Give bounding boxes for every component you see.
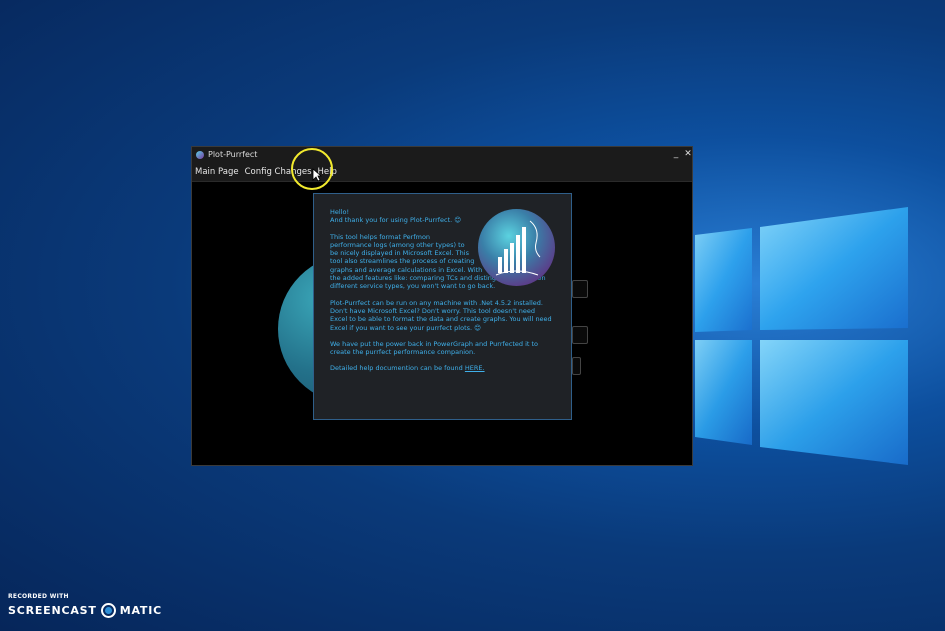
close-button[interactable]: ✕	[682, 147, 694, 162]
screencast-logo-icon	[100, 603, 116, 618]
bg-input[interactable]	[572, 357, 581, 375]
bg-input[interactable]	[572, 326, 588, 344]
help-text-line: Plot-Purrfect can be run on any machine …	[330, 298, 543, 307]
plot-purrfect-logo	[478, 209, 555, 286]
mouse-cursor-icon	[312, 168, 322, 182]
help-text-line: Excel to be able to format the data and …	[330, 315, 552, 324]
watermark-left: SCREENCAST	[8, 604, 97, 617]
help-doc-link[interactable]: HERE.	[465, 364, 485, 372]
app-icon	[196, 150, 204, 159]
help-popup: Hello! And thank you for using Plot-Purr…	[313, 193, 572, 420]
title-bar[interactable]: Plot-Purrfect _ ✕	[192, 147, 692, 162]
help-doc-text: Detailed help documention can be found	[330, 364, 463, 373]
screencast-watermark: RECORDED WITH SCREENCAST MATIC	[8, 593, 162, 618]
bg-input[interactable]	[572, 280, 588, 298]
minimize-button[interactable]: _	[670, 147, 682, 162]
watermark-recorded-with: RECORDED WITH	[8, 593, 69, 600]
window-title: Plot-Purrfect	[208, 150, 258, 159]
watermark-right: MATIC	[119, 604, 162, 617]
windows-logo	[695, 207, 908, 465]
menu-main-page[interactable]: Main Page	[192, 167, 242, 177]
menu-bar: Main Page Config Changes Help	[192, 162, 692, 182]
help-text-line: create the purrfect performance companio…	[330, 348, 476, 357]
help-text-line: Excel if you want to see your purrfect p…	[330, 323, 481, 332]
help-text-line: We have put the power back in PowerGraph…	[330, 339, 539, 348]
help-text-line: Don't have Microsoft Excel? Don't worry.…	[330, 306, 535, 315]
